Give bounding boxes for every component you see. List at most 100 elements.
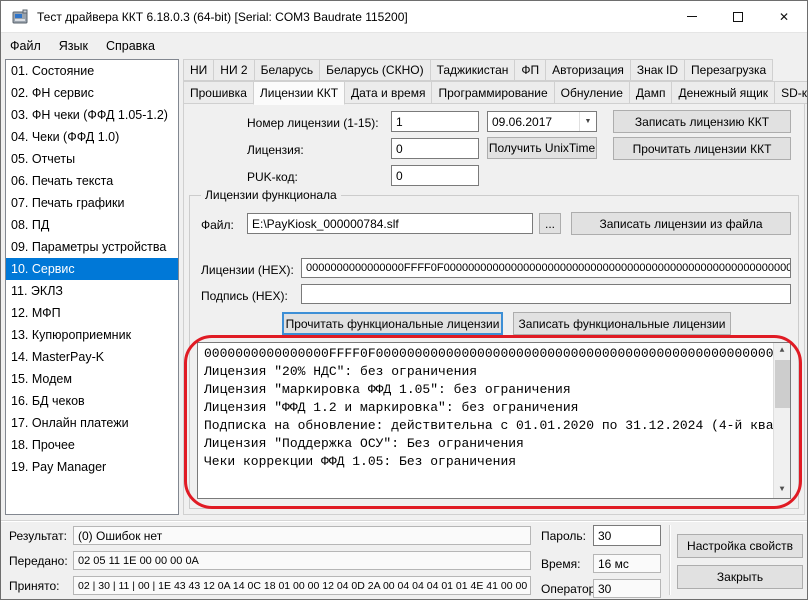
- tab-znak-id[interactable]: Знак ID: [630, 59, 685, 81]
- license-label: Лицензия:: [247, 143, 304, 157]
- operator-value: 30: [593, 579, 661, 598]
- sidebar-item-print-graphics[interactable]: 07. Печать графики: [6, 192, 178, 214]
- signature-hex-label: Подпись (HEX):: [201, 289, 288, 303]
- sent-value: 02 05 11 1E 00 00 00 0A: [73, 551, 531, 570]
- licenses-hex-label: Лицензии (HEX):: [201, 263, 294, 277]
- time-label: Время:: [541, 557, 580, 571]
- password-label: Пароль:: [541, 529, 586, 543]
- received-value: 02 | 30 | 11 | 00 | 1E 43 43 12 0A 14 0C…: [73, 576, 531, 595]
- signature-hex-input[interactable]: [301, 284, 791, 304]
- output-line: Чеки коррекции ФФД 1.05: Без ограничения: [204, 453, 786, 471]
- output-line-hex: 0000000000000000FFFF0F000000000000000000…: [204, 345, 786, 363]
- read-functional-licenses-button[interactable]: Прочитать функциональные лицензии: [282, 312, 503, 335]
- scroll-down-icon[interactable]: ▼: [774, 482, 790, 498]
- sidebar-item-pay-manager[interactable]: 19. Pay Manager: [6, 456, 178, 478]
- tab-dump[interactable]: Дамп: [629, 81, 673, 104]
- output-scrollbar[interactable]: ▲ ▼: [773, 343, 790, 498]
- close-dialog-button[interactable]: Закрыть: [677, 565, 803, 589]
- tab-belarus-skno[interactable]: Беларусь (СКНО): [319, 59, 430, 81]
- properties-settings-button[interactable]: Настройка свойств: [677, 534, 803, 558]
- sidebar-item-checks[interactable]: 04. Чеки (ФФД 1.0): [6, 126, 178, 148]
- sidebar-item-fn-checks[interactable]: 03. ФН чеки (ФФД 1.05-1.2): [6, 104, 178, 126]
- app-icon: [11, 8, 29, 26]
- licenses-hex-input[interactable]: 0000000000000000FFFF0F000000000000000000…: [301, 258, 791, 278]
- tab-tajikistan[interactable]: Таджикистан: [430, 59, 516, 81]
- close-button[interactable]: ✕: [761, 1, 807, 32]
- output-line: Лицензия "20% НДС": без ограничения: [204, 363, 786, 381]
- result-value: (0) Ошибок нет: [73, 526, 531, 545]
- menu-file[interactable]: Файл: [1, 34, 50, 58]
- tab-row-1: НИ НИ 2 Беларусь Беларусь (СКНО) Таджики…: [183, 59, 772, 81]
- tab-programming[interactable]: Программирование: [431, 81, 554, 104]
- license-number-label: Номер лицензии (1-15):: [247, 116, 379, 130]
- tab-cash-drawer[interactable]: Денежный ящик: [671, 81, 775, 104]
- date-value: 09.06.2017: [488, 115, 579, 129]
- puk-input[interactable]: 0: [391, 165, 479, 186]
- tab-date-time[interactable]: Дата и время: [344, 81, 432, 104]
- sidebar-item-other[interactable]: 18. Прочее: [6, 434, 178, 456]
- password-input[interactable]: 30: [593, 525, 661, 546]
- menu-language[interactable]: Язык: [50, 34, 97, 58]
- close-icon: ✕: [779, 10, 789, 24]
- output-line: Лицензия "маркировка ФФД 1.05": без огра…: [204, 381, 786, 399]
- tab-kkt-licenses[interactable]: Лицензии ККТ: [253, 81, 345, 105]
- browse-file-button[interactable]: ...: [539, 213, 561, 234]
- sidebar-item-pd[interactable]: 08. ПД: [6, 214, 178, 236]
- tab-authorization[interactable]: Авторизация: [545, 59, 631, 81]
- sidebar-item-device-params[interactable]: 09. Параметры устройства: [6, 236, 178, 258]
- sent-label: Передано:: [9, 554, 68, 568]
- read-kkt-licenses-button[interactable]: Прочитать лицензии ККТ: [613, 137, 791, 160]
- chevron-down-icon[interactable]: ▼: [579, 112, 596, 131]
- vertical-separator: [669, 525, 671, 595]
- tab-row-2: Прошивка Лицензии ККТ Дата и время Прогр…: [183, 81, 808, 104]
- license-output-area[interactable]: 0000000000000000FFFF0F000000000000000000…: [197, 342, 791, 499]
- minimize-button[interactable]: [669, 1, 715, 32]
- get-unixtime-button[interactable]: Получить UnixTime: [487, 137, 597, 159]
- menubar: Файл Язык Справка: [1, 34, 807, 58]
- write-kkt-license-button[interactable]: Записать лицензию ККТ: [613, 110, 791, 133]
- output-line: Лицензия "ФФД 1.2 и маркировка": без огр…: [204, 399, 786, 417]
- sidebar-item-state[interactable]: 01. Состояние: [6, 60, 178, 82]
- sidebar-item-online-payments[interactable]: 17. Онлайн платежи: [6, 412, 178, 434]
- maximize-icon: [733, 12, 743, 22]
- license-number-input[interactable]: 1: [391, 111, 479, 132]
- result-label: Результат:: [9, 529, 67, 543]
- sidebar-item-print-text[interactable]: 06. Печать текста: [6, 170, 178, 192]
- sidebar-item-reports[interactable]: 05. Отчеты: [6, 148, 178, 170]
- operator-label: Оператор:: [541, 582, 599, 596]
- bottom-separator: [1, 520, 808, 522]
- minimize-icon: [687, 16, 697, 17]
- tab-belarus[interactable]: Беларусь: [254, 59, 320, 81]
- tab-fp[interactable]: ФП: [514, 59, 546, 81]
- titlebar: Тест драйвера ККТ 6.18.0.3 (64-bit) [Ser…: [1, 1, 807, 33]
- tab-ni2[interactable]: НИ 2: [213, 59, 254, 81]
- license-input[interactable]: 0: [391, 138, 479, 159]
- sidebar-item-check-db[interactable]: 16. БД чеков: [6, 390, 178, 412]
- sidebar-item-eklz[interactable]: 11. ЭКЛЗ: [6, 280, 178, 302]
- app-window: Тест драйвера ККТ 6.18.0.3 (64-bit) [Ser…: [0, 0, 808, 600]
- window-title: Тест драйвера ККТ 6.18.0.3 (64-bit) [Ser…: [37, 10, 408, 24]
- tab-sd-card[interactable]: SD-карта: [774, 81, 808, 104]
- sidebar-item-mfp[interactable]: 12. МФП: [6, 302, 178, 324]
- tab-reset[interactable]: Обнуление: [554, 81, 630, 104]
- file-path-input[interactable]: E:\PayKiosk_000000784.slf: [247, 213, 533, 234]
- sidebar-item-fn-service[interactable]: 02. ФН сервис: [6, 82, 178, 104]
- sidebar-item-modem[interactable]: 15. Модем: [6, 368, 178, 390]
- maximize-button[interactable]: [715, 1, 761, 32]
- output-line: Подписка на обновление: действительна с …: [204, 417, 786, 435]
- puk-label: PUK-код:: [247, 170, 298, 184]
- sidebar-item-bill-acceptor[interactable]: 13. Купюроприемник: [6, 324, 178, 346]
- time-value: 16 мс: [593, 554, 661, 573]
- output-line: Лицензия "Поддержка ОСУ": Без ограничени…: [204, 435, 786, 453]
- sidebar-item-service[interactable]: 10. Сервис: [6, 258, 178, 280]
- tab-reboot[interactable]: Перезагрузка: [684, 59, 773, 81]
- write-functional-licenses-button[interactable]: Записать функциональные лицензии: [513, 312, 731, 335]
- tab-ni[interactable]: НИ: [183, 59, 214, 81]
- menu-help[interactable]: Справка: [97, 34, 164, 58]
- sidebar-item-masterpay[interactable]: 14. MasterPay-K: [6, 346, 178, 368]
- scrollbar-thumb[interactable]: [775, 360, 790, 408]
- date-picker[interactable]: 09.06.2017 ▼: [487, 111, 597, 132]
- scroll-up-icon[interactable]: ▲: [774, 343, 790, 359]
- tab-firmware[interactable]: Прошивка: [183, 81, 254, 104]
- write-licenses-from-file-button[interactable]: Записать лицензии из файла: [571, 212, 791, 235]
